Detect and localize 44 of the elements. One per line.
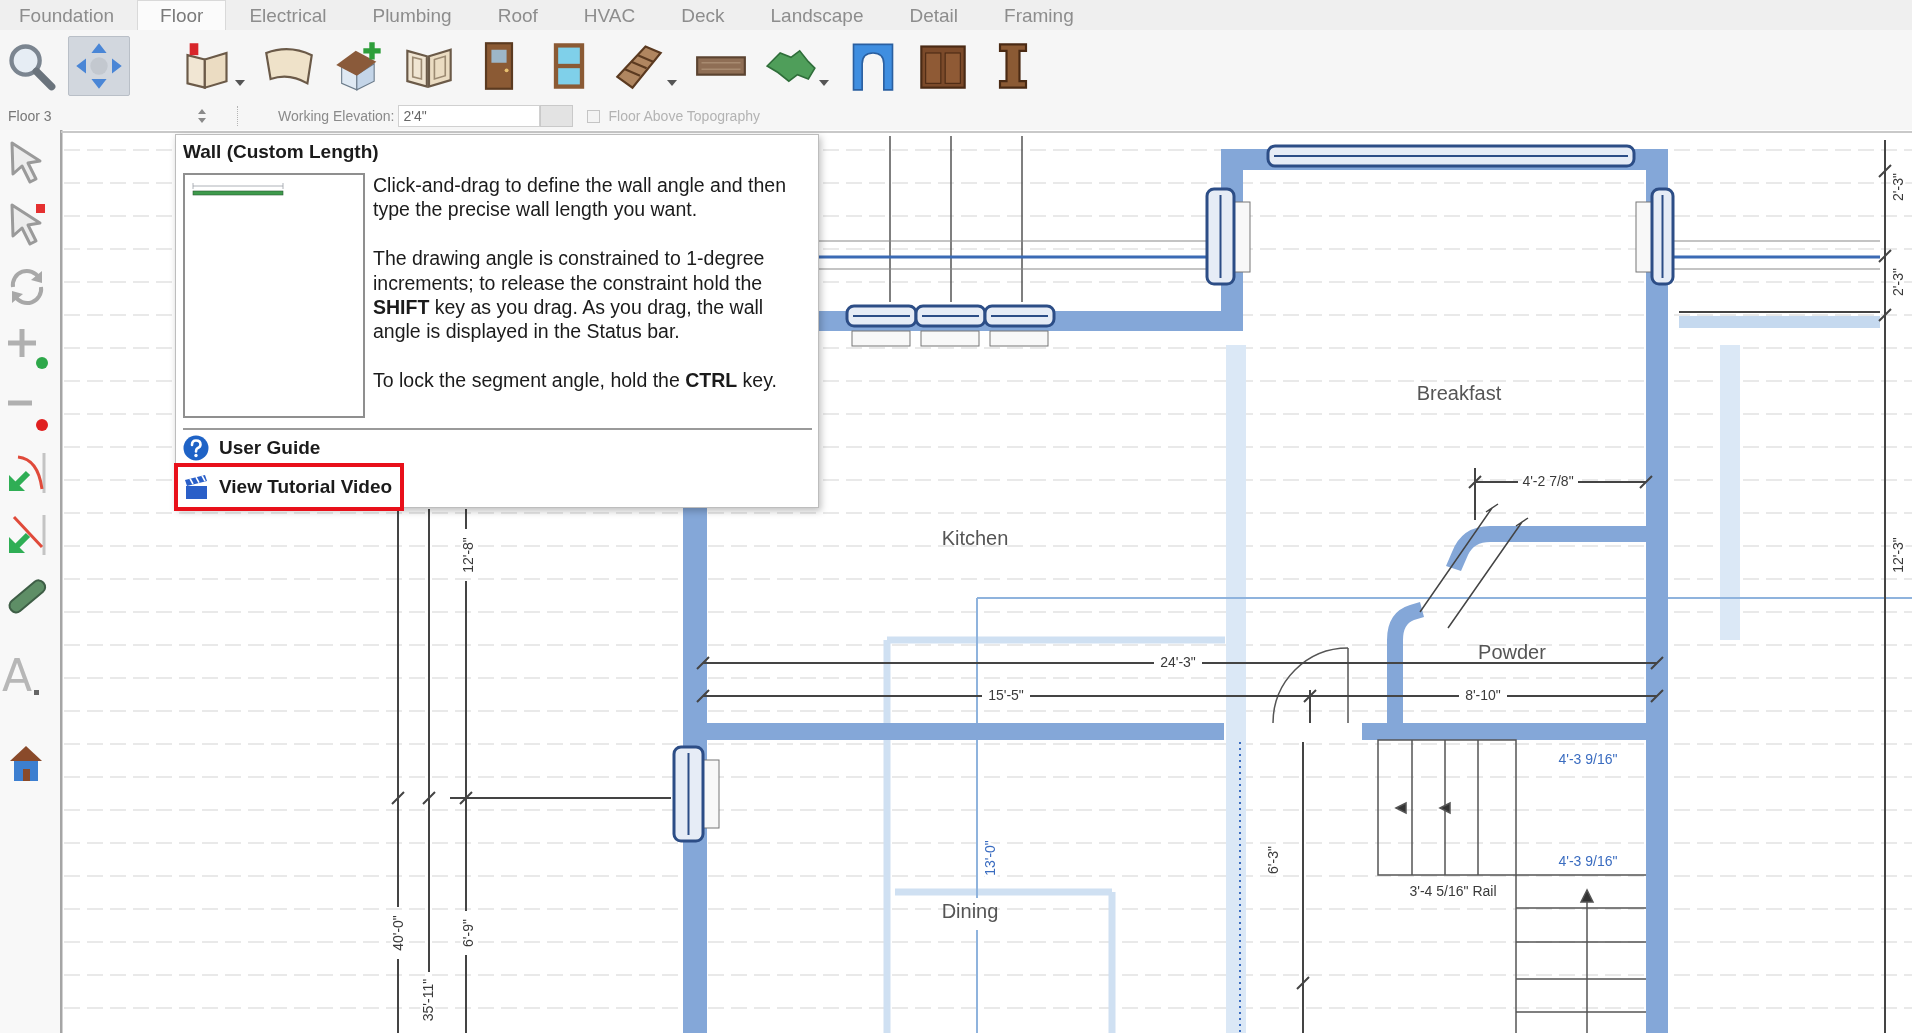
menu-tab[interactable]: Detail: [886, 0, 982, 30]
dimension-label: 35'-11": [419, 978, 436, 1022]
text-tool-button[interactable]: A: [2, 653, 40, 699]
help-link[interactable]: User Guide: [174, 433, 329, 463]
dimension-label: 4'-3 9/16": [1558, 750, 1618, 767]
menu-tab[interactable]: HVAC: [560, 0, 659, 30]
dimension-label: 40'-0": [389, 915, 406, 951]
dimension-label: 4'-2 7/8": [1522, 472, 1574, 489]
checkbox-label: Floor Above Topography: [608, 108, 760, 124]
menu-tab[interactable]: Electrical: [226, 0, 350, 30]
dimension-label: 24'-3": [1160, 653, 1196, 670]
help-icon: [183, 435, 209, 461]
dimension-label: 4'-3 9/16": [1558, 852, 1618, 869]
menu-tab[interactable]: Plumbing: [349, 0, 475, 30]
tooltip-title: Wall (Custom Length): [183, 141, 380, 163]
dimension-label: 3'-4 5/16" Rail: [1409, 882, 1497, 899]
room-label: Kitchen: [941, 527, 1009, 550]
menu-tab[interactable]: Framing: [981, 0, 1097, 30]
room-label: Breakfast: [1416, 382, 1502, 405]
dimension-label: 6'-9": [459, 919, 476, 947]
menu-tab[interactable]: Floor: [137, 0, 227, 30]
dimension-label: 12'-8": [459, 537, 476, 573]
tooltip-paragraph: To lock the segment angle, hold the CTRL key.: [373, 368, 778, 393]
dimension-label: 8'-10": [1465, 686, 1501, 703]
clapperboard-icon: [183, 474, 209, 500]
up-down-arrows-icon: [198, 109, 206, 123]
dimension-label: 6'-3": [1264, 846, 1281, 874]
dimension-label: 2'-3": [1889, 173, 1906, 201]
help-link[interactable]: View Tutorial Video: [174, 463, 405, 511]
elevation-field[interactable]: 2'4": [398, 105, 541, 127]
dimension-label: 13'-0": [981, 840, 998, 876]
dimension-label: 12'-3": [1889, 537, 1906, 573]
menu-tab[interactable]: Landscape: [747, 0, 887, 30]
tooltip-paragraph: Click-and-drag to define the wall angle and then type the precise wall length you want.: [373, 173, 787, 222]
floor-select[interactable]: Floor 3: [5, 105, 212, 127]
menu-tab[interactable]: Foundation: [0, 0, 138, 30]
elevation-label: Working Elevation:: [278, 108, 395, 124]
dimension-label: 15'-5": [988, 686, 1024, 703]
dimension-label: 2'-3": [1889, 268, 1906, 296]
room-label: Dining: [941, 900, 999, 923]
menu-tab[interactable]: Deck: [658, 0, 748, 30]
room-label: Powder: [1478, 641, 1546, 664]
menu-tab[interactable]: Roof: [474, 0, 561, 30]
tooltip-paragraph: The drawing angle is constrained to 1-degree increments; to release the constraint hold the SHIFT key as you drag. As you drag, the wall angle is displayed in the Status bar.: [373, 246, 766, 344]
